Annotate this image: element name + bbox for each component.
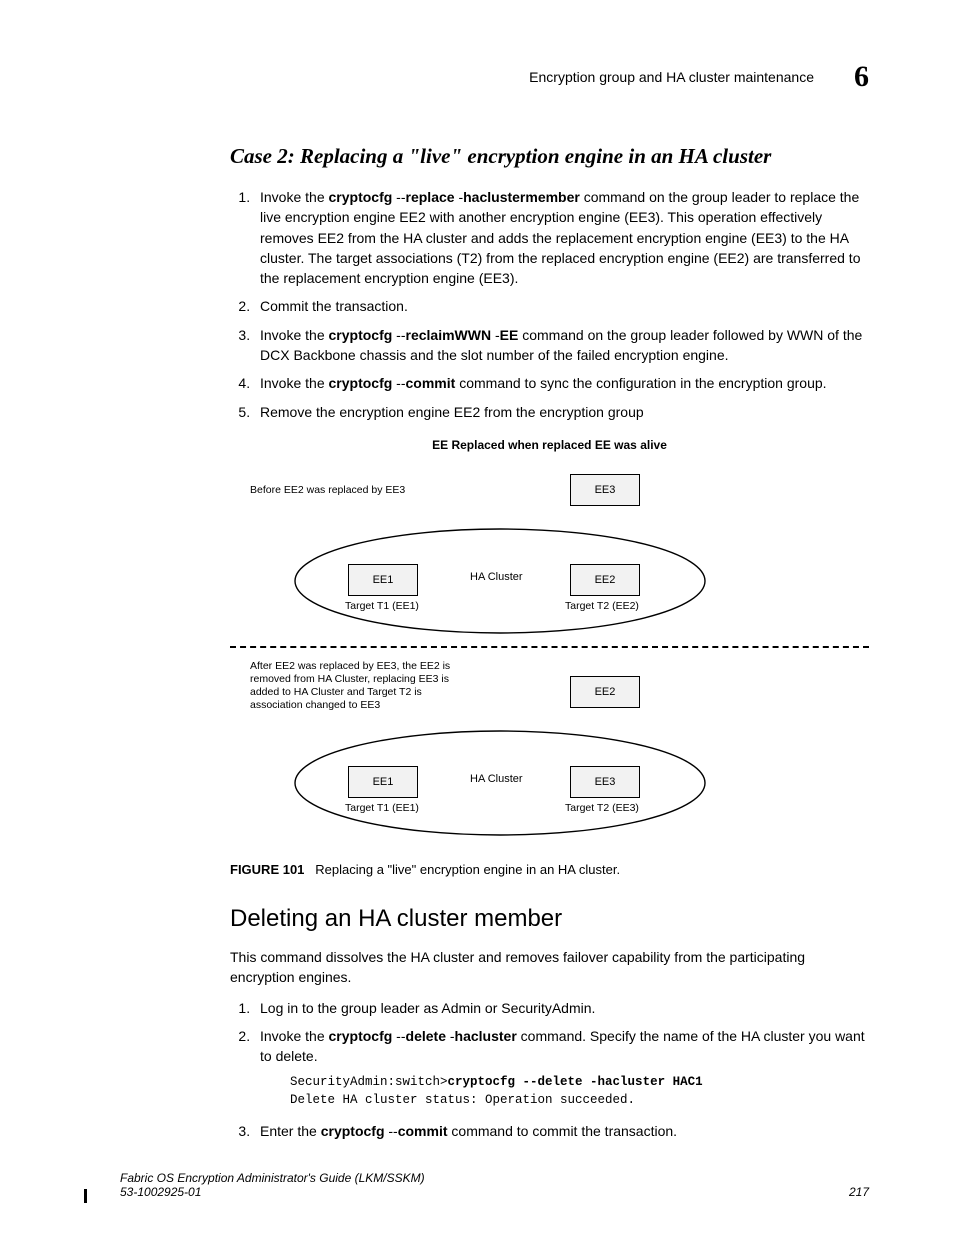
chapter-number: 6 — [854, 60, 869, 94]
ee3-box: EE3 — [570, 474, 640, 506]
figure-101: EE Replaced when replaced EE was alive B… — [230, 438, 869, 848]
ee2-box-after: EE2 — [570, 676, 640, 708]
delete-step-1: Log in to the group leader as Admin or S… — [254, 998, 869, 1018]
page: Encryption group and HA cluster maintena… — [0, 0, 954, 1235]
target-t1-label-after: Target T1 (EE1) — [345, 802, 419, 814]
footer-docnum: 53-1002925-01 — [120, 1185, 201, 1199]
figure-number: FIGURE 101 — [230, 862, 304, 877]
footer-title: Fabric OS Encryption Administrator's Gui… — [120, 1171, 425, 1185]
after-label: After EE2 was replaced by EE3, the EE2 i… — [250, 660, 460, 713]
target-t1-label: Target T1 (EE1) — [345, 600, 419, 612]
case2-steps: Invoke the cryptocfg --replace -hacluste… — [230, 187, 869, 422]
before-label: Before EE2 was replaced by EE3 — [250, 484, 405, 497]
page-footer: Fabric OS Encryption Administrator's Gui… — [120, 1171, 869, 1199]
target-t2-ee3-label: Target T2 (EE3) — [565, 802, 639, 814]
delete-step-2: Invoke the cryptocfg --delete -hacluster… — [254, 1026, 869, 1110]
ee2-box: EE2 — [570, 564, 640, 596]
figure-caption-text: Replacing a "live" encryption engine in … — [315, 862, 620, 877]
figure-before-panel: Before EE2 was replaced by EE3 EE3 EE1 H… — [230, 456, 869, 646]
ee1-box-after: EE1 — [348, 766, 418, 798]
code-block: SecurityAdmin:switch>cryptocfg --delete … — [290, 1074, 869, 1109]
step-1: Invoke the cryptocfg --replace -hacluste… — [254, 187, 869, 288]
page-number: 217 — [849, 1185, 869, 1199]
step-3: Invoke the cryptocfg --reclaimWWN -EE co… — [254, 325, 869, 366]
delete-section-heading: Deleting an HA cluster member — [230, 905, 869, 933]
footer-left: Fabric OS Encryption Administrator's Gui… — [120, 1171, 425, 1199]
ha-cluster-label: HA Cluster — [470, 571, 523, 583]
step-2: Commit the transaction. — [254, 296, 869, 316]
delete-steps: Log in to the group leader as Admin or S… — [230, 998, 869, 1142]
delete-intro: This command dissolves the HA cluster an… — [230, 947, 869, 988]
running-title: Encryption group and HA cluster maintena… — [529, 69, 814, 85]
ee1-box: EE1 — [348, 564, 418, 596]
figure-caption: FIGURE 101 Replacing a "live" encryption… — [230, 862, 869, 877]
figure-title: EE Replaced when replaced EE was alive — [230, 438, 869, 452]
running-header: Encryption group and HA cluster maintena… — [120, 60, 869, 94]
delete-step-3: Enter the cryptocfg --commit command to … — [254, 1121, 869, 1141]
case2-heading: Case 2: Replacing a "live" encryption en… — [230, 144, 869, 169]
change-bar-icon — [84, 1189, 87, 1203]
content-area: Case 2: Replacing a "live" encryption en… — [230, 144, 869, 1142]
step-5: Remove the encryption engine EE2 from th… — [254, 402, 869, 422]
figure-after-panel: After EE2 was replaced by EE3, the EE2 i… — [230, 648, 869, 848]
target-t2-ee2-label: Target T2 (EE2) — [565, 600, 639, 612]
step-4: Invoke the cryptocfg --commit command to… — [254, 373, 869, 393]
ee3-box-after: EE3 — [570, 766, 640, 798]
ha-cluster-label-after: HA Cluster — [470, 773, 523, 785]
